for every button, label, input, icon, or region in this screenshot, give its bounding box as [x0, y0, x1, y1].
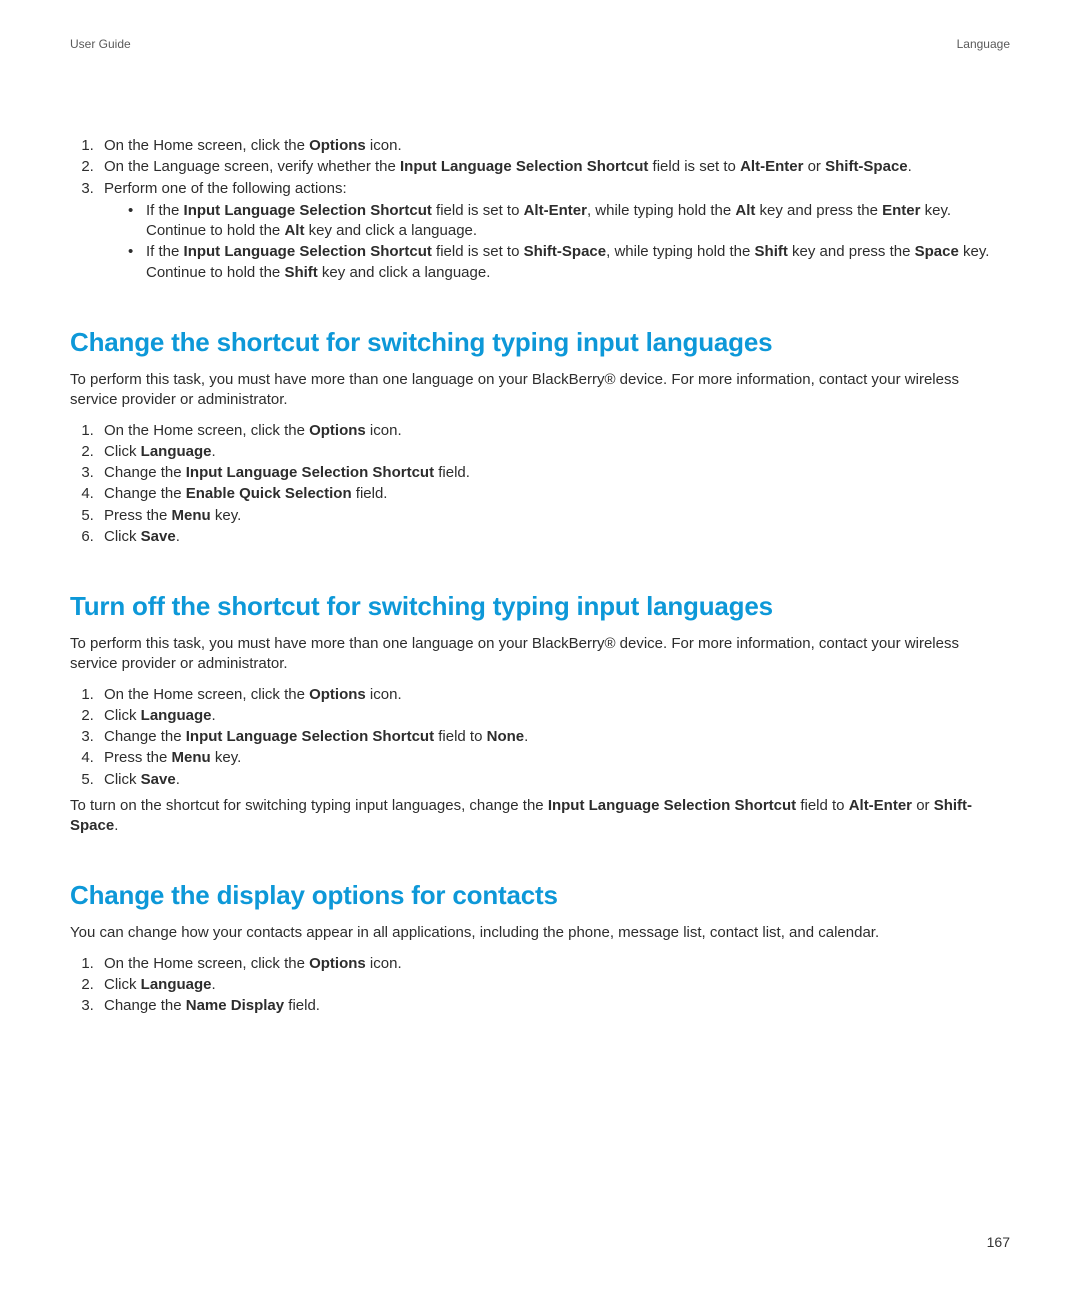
intro-step-2: On the Language screen, verify whether t… — [98, 157, 1010, 177]
secB-step-4: Press the Menu key. — [98, 748, 1010, 768]
secA-step-4: Change the Enable Quick Selection field. — [98, 484, 1010, 504]
page-number: 167 — [987, 1233, 1010, 1252]
secA-step-3: Change the Input Language Selection Shor… — [98, 463, 1010, 483]
header-left: User Guide — [70, 36, 131, 52]
intro-sub-2: If the Input Language Selection Shortcut… — [128, 242, 1010, 283]
section-desc: To perform this task, you must have more… — [70, 634, 1010, 675]
section-heading-display-options: Change the display options for contacts — [70, 878, 1010, 913]
secB-step-2: Click Language. — [98, 706, 1010, 726]
secB-step-1: On the Home screen, click the Options ic… — [98, 685, 1010, 705]
secC-steps: On the Home screen, click the Options ic… — [70, 954, 1010, 1017]
secA-step-1: On the Home screen, click the Options ic… — [98, 421, 1010, 441]
secA-step-2: Click Language. — [98, 442, 1010, 462]
intro-sub-1: If the Input Language Selection Shortcut… — [128, 201, 1010, 242]
secC-step-2: Click Language. — [98, 975, 1010, 995]
section-heading-change-shortcut: Change the shortcut for switching typing… — [70, 325, 1010, 360]
secC-step-1: On the Home screen, click the Options ic… — [98, 954, 1010, 974]
intro-sub-list: If the Input Language Selection Shortcut… — [104, 201, 1010, 283]
secA-steps: On the Home screen, click the Options ic… — [70, 421, 1010, 548]
document-page: User Guide Language On the Home screen, … — [0, 0, 1080, 1296]
section-desc: You can change how your contacts appear … — [70, 923, 1010, 943]
secC-step-3: Change the Name Display field. — [98, 996, 1010, 1016]
secB-note: To turn on the shortcut for switching ty… — [70, 796, 1010, 837]
intro-step-3: Perform one of the following actions: If… — [98, 179, 1010, 283]
secA-step-6: Click Save. — [98, 527, 1010, 547]
section-heading-turn-off-shortcut: Turn off the shortcut for switching typi… — [70, 589, 1010, 624]
intro-step-1: On the Home screen, click the Options ic… — [98, 136, 1010, 156]
page-header: User Guide Language — [70, 36, 1010, 52]
secA-step-5: Press the Menu key. — [98, 506, 1010, 526]
secB-step-3: Change the Input Language Selection Shor… — [98, 727, 1010, 747]
secB-step-5: Click Save. — [98, 770, 1010, 790]
header-right: Language — [957, 36, 1010, 52]
intro-steps: On the Home screen, click the Options ic… — [70, 136, 1010, 283]
secB-steps: On the Home screen, click the Options ic… — [70, 685, 1010, 790]
section-desc: To perform this task, you must have more… — [70, 370, 1010, 411]
